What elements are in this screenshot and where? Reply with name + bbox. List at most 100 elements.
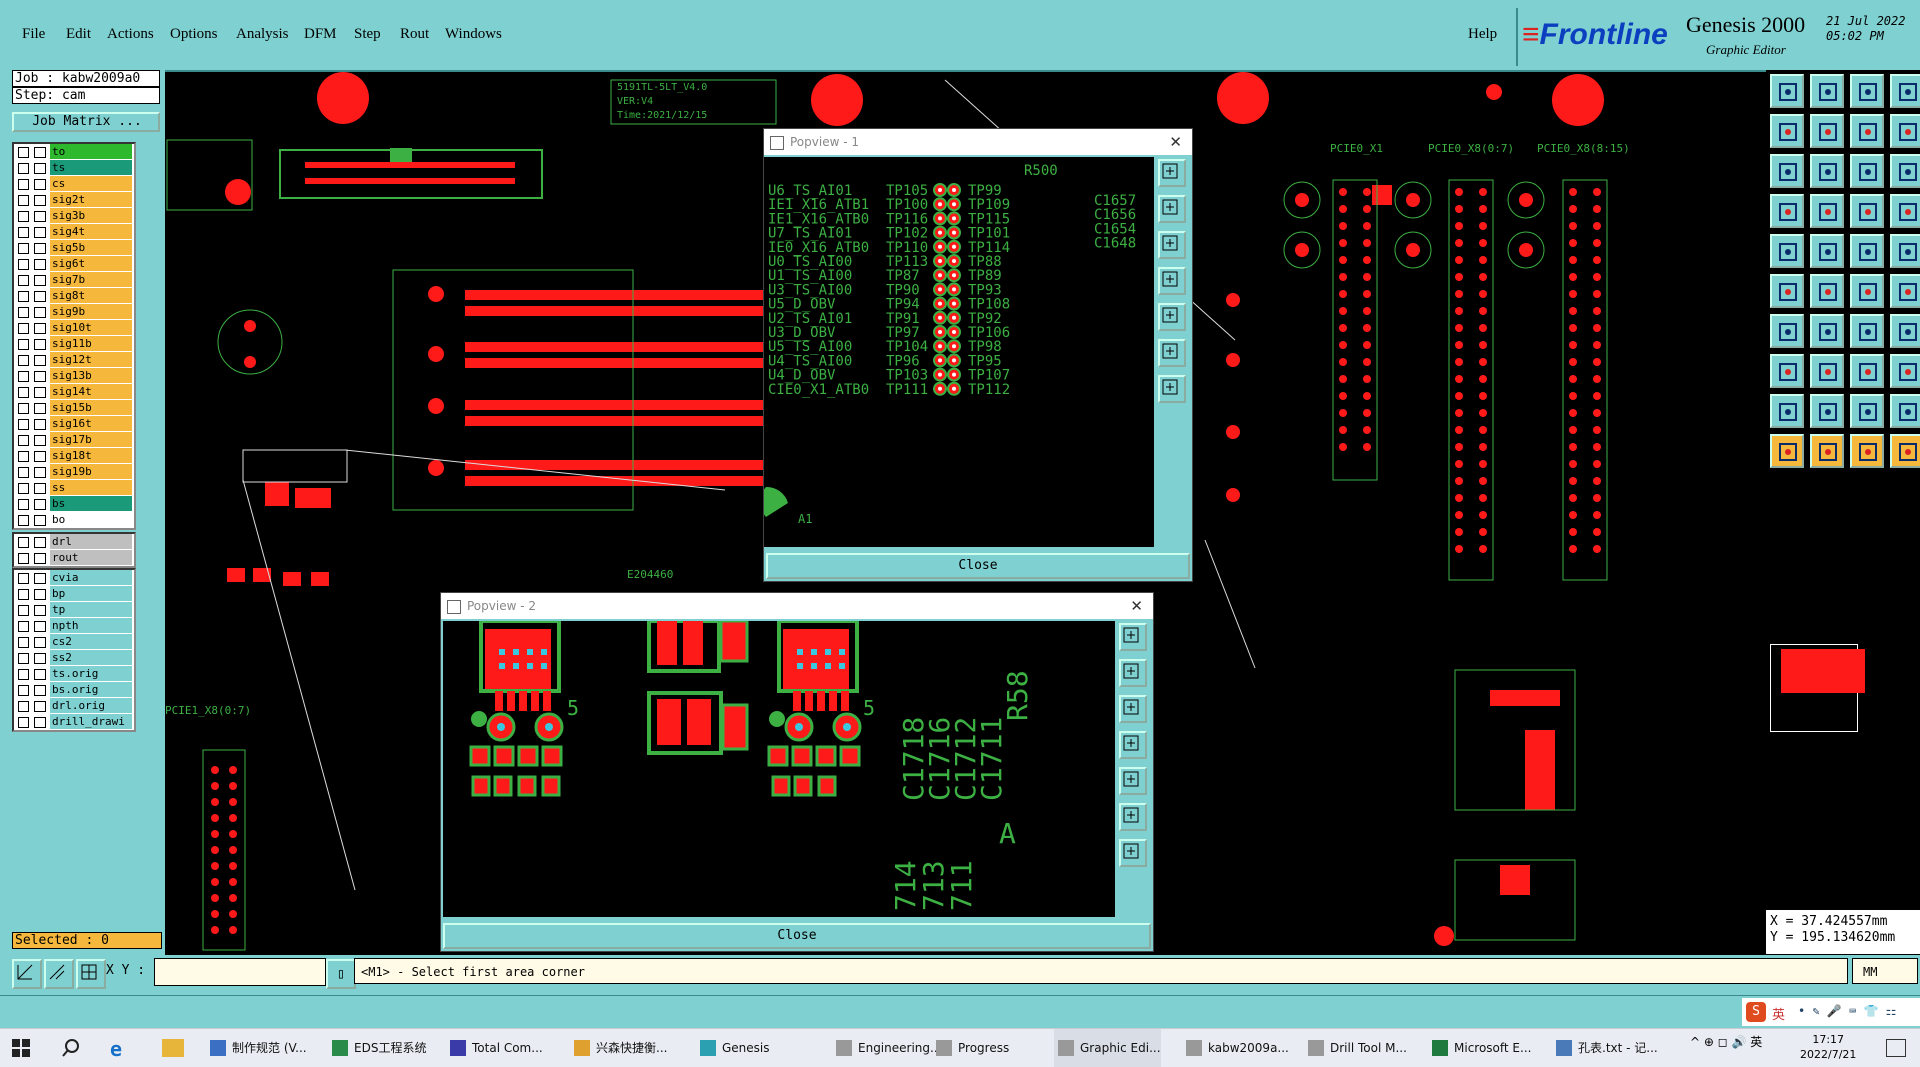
popview-tool-button[interactable] [1158,303,1186,331]
search-icon[interactable] [62,1039,80,1057]
layer-checkbox[interactable] [18,371,29,382]
layer-row[interactable]: bo [14,512,134,528]
layer-checkbox[interactable] [18,419,29,430]
menu-windows[interactable]: Windows [445,26,502,43]
grid-button[interactable] [76,959,106,989]
layer-row[interactable]: sig2t [14,192,134,208]
layer-row[interactable]: sig15b [14,400,134,416]
layer-checkbox[interactable] [18,275,29,286]
layer-name[interactable]: drill_drawi [50,714,132,729]
layer-affected-toggle[interactable] [34,669,46,680]
layer-name[interactable]: sig8t [50,288,132,303]
popview-tool-button[interactable] [1119,623,1147,651]
layer-affected-toggle[interactable] [34,553,46,564]
layer-affected-toggle[interactable] [34,653,46,664]
layer-name[interactable]: ts.orig [50,666,132,681]
layer-checkbox[interactable] [18,195,29,206]
layer-checkbox[interactable] [18,499,29,510]
close-icon[interactable]: ✕ [1169,129,1182,155]
layer-name[interactable]: tp [50,602,132,617]
layer-row[interactable]: sig7b [14,272,134,288]
layer-checkbox[interactable] [18,147,29,158]
layer-row[interactable]: to [14,144,134,160]
page-tool-button[interactable] [1850,114,1884,148]
layer-row[interactable]: sig11b [14,336,134,352]
popview-2-titlebar[interactable]: Popview - 2 ✕ [441,593,1153,619]
pointer-tool-button[interactable] [1770,434,1804,468]
menu-step[interactable]: Step [354,26,381,43]
layer-name[interactable]: sig3b [50,208,132,223]
taskbar-app[interactable]: 孔表.txt - 记... [1552,1029,1658,1067]
layer-name[interactable]: ss [50,480,132,495]
layer-name[interactable]: bp [50,586,132,601]
menu-edit[interactable]: Edit [66,26,91,43]
taskbar-clock[interactable]: 17:17 2022/7/21 [1800,1032,1856,1062]
layer-row[interactable]: ss2 [14,650,134,666]
layer-affected-toggle[interactable] [34,275,46,286]
layer-row[interactable]: cs [14,176,134,192]
menu-options[interactable]: Options [170,26,218,43]
taskbar-app[interactable]: Microsoft E... [1428,1029,1531,1067]
drill-tool-button[interactable] [1770,234,1804,268]
layer-affected-toggle[interactable] [34,637,46,648]
layer-row[interactable]: sig8t [14,288,134,304]
taskbar-app[interactable]: 兴森快捷衡... [570,1029,667,1067]
misc-layer-list[interactable]: cvia bp tp npth cs2 ss2 ts.orig bs.orig drl.orig… [12,568,136,732]
layer-affected-toggle[interactable] [34,573,46,584]
layer-checkbox[interactable] [18,179,29,190]
taskbar-app[interactable]: Genesis [696,1029,770,1067]
layer-checkbox[interactable] [18,323,29,334]
layer-checkbox[interactable] [18,717,29,728]
box-tool-button[interactable] [1850,354,1884,388]
popview-tool-button[interactable] [1119,659,1147,687]
cursor-toggle-button[interactable]: ▯ [326,959,356,989]
layer-affected-toggle[interactable] [34,451,46,462]
layer-name[interactable]: rout [50,550,132,565]
layer-name[interactable]: cs [50,176,132,191]
layer-row[interactable]: cs2 [14,634,134,650]
layer-affected-toggle[interactable] [34,147,46,158]
pin-tool-button[interactable] [1890,194,1920,228]
taskbar-app[interactable]: kabw2009a... [1182,1029,1289,1067]
popview-tool-button[interactable] [1158,231,1186,259]
prev-tool-button[interactable] [1770,114,1804,148]
layer-checkbox[interactable] [18,537,29,548]
layer-affected-toggle[interactable] [34,243,46,254]
layer-checkbox[interactable] [18,435,29,446]
open-step-tool-button[interactable] [1770,74,1804,108]
layer-affected-toggle[interactable] [34,291,46,302]
layer-name[interactable]: ss2 [50,650,132,665]
home-tool-button[interactable] [1850,74,1884,108]
zoom-12-tool-button[interactable] [1850,154,1884,188]
layer-name[interactable]: sig12t [50,352,132,367]
layer-name[interactable]: cs2 [50,634,132,649]
layer-name[interactable]: sig2t [50,192,132,207]
popview-tool-button[interactable] [1119,767,1147,795]
menu-file[interactable]: File [22,26,45,43]
popview-1-titlebar[interactable]: Popview - 1 ✕ [764,129,1192,155]
popview-tool-button[interactable] [1158,159,1186,187]
pointer4-tool-button[interactable] [1890,434,1920,468]
popview-2-close-button[interactable]: Close [443,923,1151,949]
layer-checkbox[interactable] [18,621,29,632]
layer-checkbox[interactable] [18,451,29,462]
pad-tool-button[interactable] [1890,234,1920,268]
layer-checkbox[interactable] [18,211,29,222]
layers-tool-button[interactable] [1890,74,1920,108]
menu-help[interactable]: Help [1468,26,1497,43]
overview-map[interactable] [1770,644,1865,732]
layer-name[interactable]: sig10t [50,320,132,335]
popview-tool-button[interactable] [1119,731,1147,759]
layer-row[interactable]: bs.orig [14,682,134,698]
snap-tool-button[interactable] [1770,194,1804,228]
layer-row[interactable]: bs [14,496,134,512]
popview-tool-button[interactable] [1158,195,1186,223]
layer-checkbox[interactable] [18,339,29,350]
select-tool-button[interactable] [1770,354,1804,388]
layer-checkbox[interactable] [18,227,29,238]
layer-name[interactable]: sig4t [50,224,132,239]
layer-name[interactable]: sig15b [50,400,132,415]
minus-tool-button[interactable] [1810,354,1844,388]
copy-tool-button[interactable] [1890,354,1920,388]
layer-name[interactable]: sig7b [50,272,132,287]
